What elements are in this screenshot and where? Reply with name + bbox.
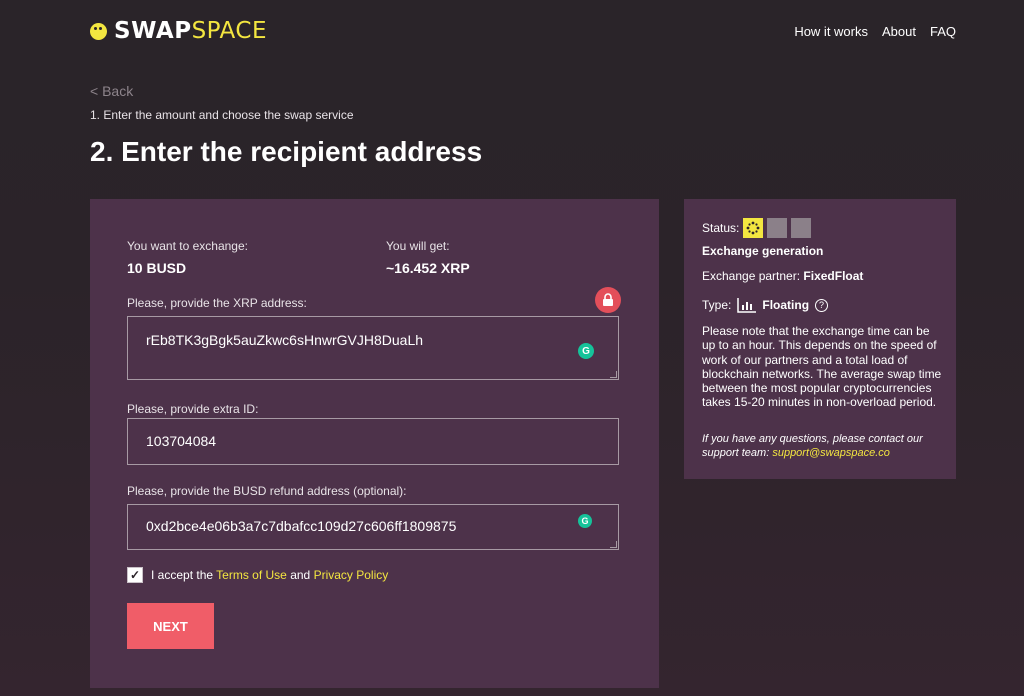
extra-id-label: Please, provide extra ID: [127,402,259,416]
page-title: 2. Enter the recipient address [90,136,483,167]
partner-label: Exchange partner: [702,269,801,283]
privacy-policy-link[interactable]: Privacy Policy [314,568,389,582]
resize-handle[interactable] [610,371,617,378]
terms-of-use-link[interactable]: Terms of Use [216,568,287,582]
logo-swap-text: SWAP [114,18,192,44]
exchange-form-card: You want to exchange: 10 BUSD You will g… [90,199,659,688]
logo[interactable]: SWAP SPACE [90,18,267,44]
grammarly-icon[interactable]: G [578,343,594,359]
status-step-3 [791,218,812,238]
extra-id-value: 103704084 [146,433,217,449]
contact-text: If you have any questions, please contac… [702,432,942,460]
resize-handle[interactable] [610,541,617,548]
exchange-label: You want to exchange: [127,239,248,253]
accept-terms-text: I accept the Terms of Use and Privacy Po… [151,568,388,582]
refund-address-input[interactable]: 0xd2bce4e06b3a7c7dbafcc109d27c606ff18098… [127,504,619,550]
type-label: Type: [702,298,732,312]
xrp-address-input[interactable]: rEb8TK3gBgk5auZkwc6sHnwrGVJH8DuaLh G [127,316,619,380]
refund-address-label: Please, provide the BUSD refund address … [127,484,407,498]
grammarly-icon[interactable]: G [578,514,592,528]
type-row: Type: Floating ? [702,297,829,313]
exchange-time-note: Please note that the exchange time can b… [702,324,942,410]
exchange-value: 10 BUSD [127,260,187,276]
top-nav: How it works About FAQ [794,24,956,39]
step-1-link[interactable]: 1. Enter the amount and choose the swap … [90,108,354,122]
help-icon[interactable]: ? [815,298,829,312]
status-step-2 [767,218,788,238]
refund-address-value: 0xd2bce4e06b3a7c7dbafcc109d27c606ff18098… [146,518,457,534]
back-link[interactable]: < Back [90,83,133,99]
type-value: Floating [762,298,810,312]
xrp-address-value: rEb8TK3gBgk5auZkwc6sHnwrGVJH8DuaLh [146,332,424,348]
accept-and: and [290,568,311,582]
nav-about[interactable]: About [882,24,916,39]
partner-row: Exchange partner: FixedFloat [702,269,863,283]
status-text: Exchange generation [702,244,824,258]
xrp-address-label: Please, provide the XRP address: [127,296,307,310]
lock-icon[interactable] [595,287,621,313]
floating-chart-icon [737,297,757,313]
nav-faq[interactable]: FAQ [930,24,956,39]
accept-terms-checkbox[interactable]: ✓ [127,567,143,583]
header: SWAP SPACE How it works About FAQ [90,18,956,48]
logo-mark-icon [90,22,107,40]
status-label: Status: [702,221,740,235]
checkmark-icon: ✓ [129,568,141,582]
get-value: ~16.452 XRP [386,260,470,276]
accept-prefix: I accept the [151,568,214,582]
status-panel: Status: Exchange generation Exchange par… [684,199,956,479]
status-step-icon [743,218,764,238]
support-email-link[interactable]: support@swapspace.co [772,447,890,459]
logo-space-text: SPACE [191,18,267,44]
partner-value: FixedFloat [803,269,864,283]
next-button[interactable]: NEXT [127,603,214,649]
extra-id-input[interactable]: 103704084 [127,418,619,465]
nav-how-it-works[interactable]: How it works [794,24,868,39]
status-row: Status: [702,218,812,238]
get-label: You will get: [386,239,450,253]
